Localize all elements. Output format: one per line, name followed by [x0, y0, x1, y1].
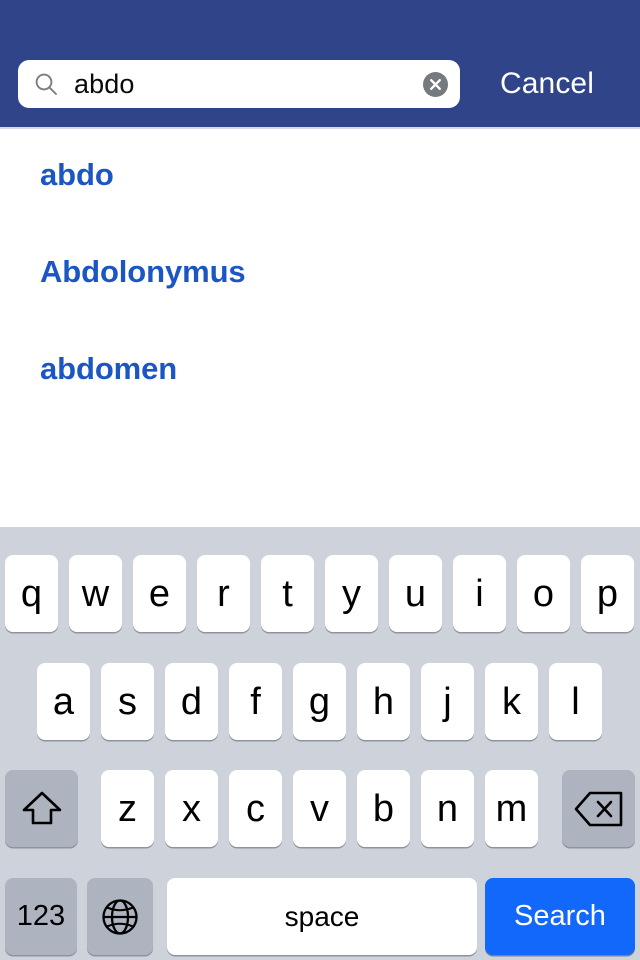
key-label: m — [495, 787, 528, 830]
key-s[interactable]: s — [101, 663, 154, 740]
key-t[interactable]: t — [261, 555, 314, 632]
key-label: w — [81, 572, 110, 615]
key-f[interactable]: f — [229, 663, 282, 740]
search-key[interactable]: Search — [485, 878, 635, 955]
numbers-key[interactable]: 123 — [5, 878, 77, 955]
key-label: d — [180, 680, 203, 723]
navigation-bar: abdo Cancel — [0, 0, 640, 127]
key-v[interactable]: v — [293, 770, 346, 847]
key-q[interactable]: q — [5, 555, 58, 632]
key-l[interactable]: l — [549, 663, 602, 740]
key-i[interactable]: i — [453, 555, 506, 632]
key-u[interactable]: u — [389, 555, 442, 632]
key-r[interactable]: r — [197, 555, 250, 632]
key-label: t — [282, 572, 293, 615]
globe-key[interactable] — [87, 878, 153, 955]
key-label: q — [20, 572, 43, 615]
key-label: a — [52, 680, 75, 723]
key-label: s — [118, 680, 137, 723]
backspace-icon — [574, 790, 624, 828]
shift-key[interactable] — [5, 770, 78, 847]
suggestion-label: Abdolonymus — [40, 254, 246, 289]
key-h[interactable]: h — [357, 663, 410, 740]
key-label: c — [246, 787, 265, 830]
key-label: z — [118, 787, 137, 830]
key-m[interactable]: m — [485, 770, 538, 847]
key-g[interactable]: g — [293, 663, 346, 740]
clear-search-icon[interactable] — [423, 72, 448, 97]
key-b[interactable]: b — [357, 770, 410, 847]
key-label: space — [284, 900, 360, 932]
key-label: y — [342, 572, 361, 615]
key-j[interactable]: j — [421, 663, 474, 740]
key-o[interactable]: o — [517, 555, 570, 632]
key-k[interactable]: k — [485, 663, 538, 740]
suggestion-label: abdo — [40, 157, 114, 192]
key-d[interactable]: d — [165, 663, 218, 740]
key-label: l — [571, 680, 580, 723]
key-x[interactable]: x — [165, 770, 218, 847]
key-label: r — [217, 572, 230, 615]
backspace-key[interactable] — [562, 770, 635, 847]
key-label: k — [502, 680, 521, 723]
key-e[interactable]: e — [133, 555, 186, 632]
key-c[interactable]: c — [229, 770, 282, 847]
on-screen-keyboard: q w e r t y u i o p a s d f g h j k l z … — [0, 527, 640, 960]
list-item[interactable]: abdomen — [0, 323, 640, 420]
key-label: Search — [514, 900, 606, 932]
key-label: b — [372, 787, 395, 830]
key-label: i — [475, 572, 484, 615]
search-input-value: abdo — [74, 69, 135, 99]
key-z[interactable]: z — [101, 770, 154, 847]
key-label: n — [436, 787, 459, 830]
key-a[interactable]: a — [37, 663, 90, 740]
key-label: x — [182, 787, 201, 830]
key-label: e — [148, 572, 171, 615]
key-label: 123 — [16, 900, 66, 932]
key-label: v — [310, 787, 329, 830]
key-label: p — [596, 572, 619, 615]
globe-icon — [100, 897, 140, 937]
key-y[interactable]: y — [325, 555, 378, 632]
key-label: h — [372, 680, 395, 723]
list-item[interactable]: abdo — [0, 129, 640, 226]
key-p[interactable]: p — [581, 555, 634, 632]
key-label: j — [443, 680, 452, 723]
search-icon — [34, 72, 58, 96]
suggestion-list: abdo Abdolonymus abdomen — [0, 129, 640, 527]
key-label: o — [532, 572, 555, 615]
key-label: u — [404, 572, 427, 615]
space-key[interactable]: space — [167, 878, 477, 955]
list-item[interactable]: Abdolonymus — [0, 226, 640, 323]
key-n[interactable]: n — [421, 770, 474, 847]
shift-arrow-icon — [20, 788, 64, 830]
suggestion-label: abdomen — [40, 351, 178, 386]
key-label: f — [250, 680, 261, 723]
key-label: g — [308, 680, 331, 723]
cancel-button[interactable]: Cancel — [500, 60, 594, 108]
search-input[interactable]: abdo — [18, 60, 460, 108]
key-w[interactable]: w — [69, 555, 122, 632]
